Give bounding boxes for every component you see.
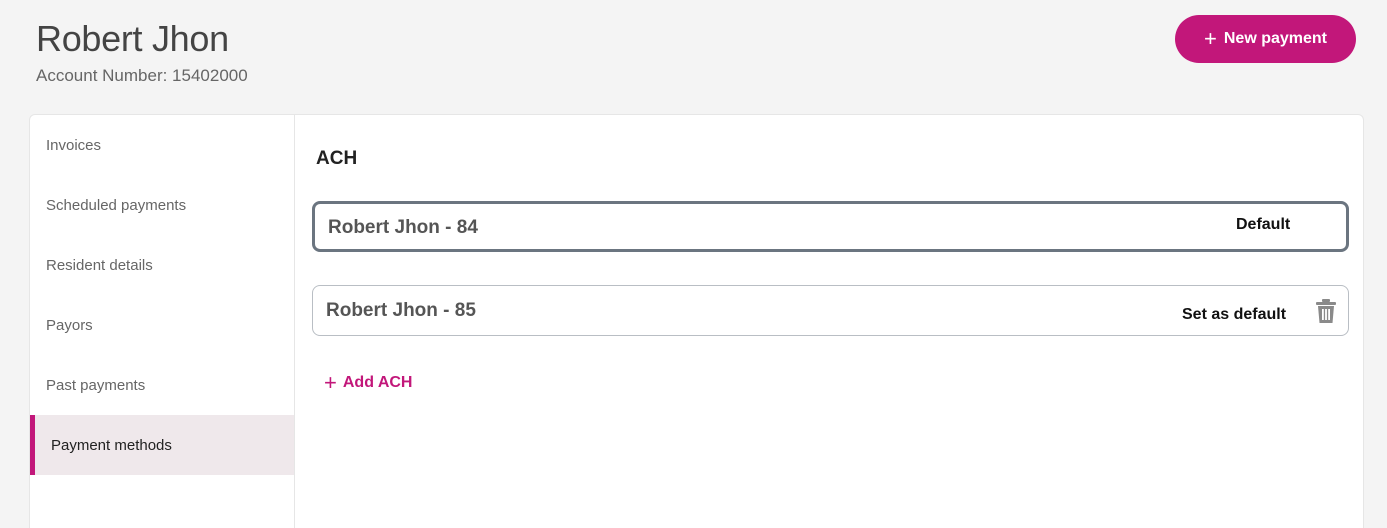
active-indicator xyxy=(30,415,35,475)
payment-method-row[interactable]: Robert Jhon - 84 Default xyxy=(312,201,1349,252)
payment-method-name: Robert Jhon - 84 xyxy=(328,217,478,238)
set-as-default-button[interactable]: Set as default xyxy=(1182,306,1286,324)
sidebar: Invoices Scheduled payments Resident det… xyxy=(30,115,295,528)
sidebar-item-payment-methods[interactable]: Payment methods xyxy=(30,415,294,475)
add-ach-label: Add ACH xyxy=(342,374,413,391)
payment-method-row[interactable]: Robert Jhon - 85 Set as default xyxy=(312,285,1349,336)
account-number: Account Number: 15402000 xyxy=(36,66,248,85)
sidebar-item-label: Past payments xyxy=(46,376,146,394)
add-ach-button[interactable]: + Add ACH xyxy=(324,372,412,394)
sidebar-item-label: Payors xyxy=(46,316,93,334)
page: Robert Jhon Account Number: 15402000 + N… xyxy=(0,0,1387,528)
main-card: Invoices Scheduled payments Resident det… xyxy=(29,114,1364,528)
default-badge: Default xyxy=(1236,216,1291,233)
sidebar-item-past-payments[interactable]: Past payments xyxy=(30,355,294,415)
plus-icon: + xyxy=(324,370,337,395)
plus-icon: + xyxy=(1204,26,1217,51)
sidebar-item-scheduled-payments[interactable]: Scheduled payments xyxy=(30,175,294,235)
sidebar-item-label: Resident details xyxy=(46,256,153,274)
section-title: ACH xyxy=(316,148,358,169)
sidebar-item-resident-details[interactable]: Resident details xyxy=(30,235,294,295)
payment-method-name: Robert Jhon - 85 xyxy=(326,300,476,321)
page-title: Robert Jhon xyxy=(36,18,229,59)
sidebar-item-invoices[interactable]: Invoices xyxy=(30,115,294,175)
sidebar-item-label: Invoices xyxy=(46,136,102,154)
sidebar-item-payors[interactable]: Payors xyxy=(30,295,294,355)
sidebar-item-label: Scheduled payments xyxy=(46,196,187,214)
new-payment-label: New payment xyxy=(1223,30,1327,47)
trash-icon[interactable] xyxy=(1314,298,1338,324)
payment-methods-panel: ACH Robert Jhon - 84 Default Robert Jhon… xyxy=(296,115,1363,528)
new-payment-button[interactable]: + New payment xyxy=(1175,15,1356,63)
sidebar-item-label: Payment methods xyxy=(51,436,172,454)
